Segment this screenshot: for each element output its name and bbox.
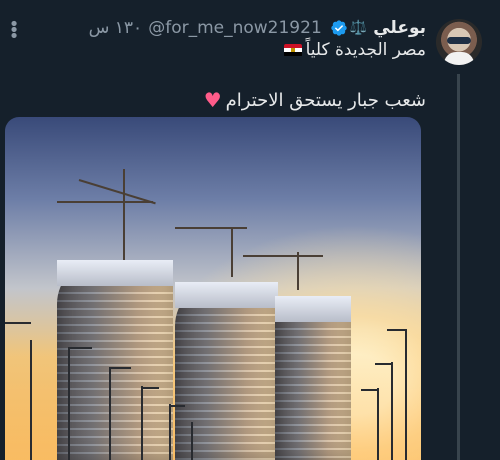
user-handle[interactable]: @for_me_now21921 — [148, 18, 322, 38]
badge-emoji: ⚖️ — [349, 20, 368, 36]
street-lamp — [169, 405, 185, 407]
tweet-header: ١٣٠ س @for_me_now21921 ⚖️ بوعلي — [89, 16, 426, 40]
street-lamp — [109, 367, 131, 369]
thread-line — [457, 74, 460, 460]
street-lamp — [375, 363, 393, 365]
street-lamp — [405, 330, 407, 460]
avatar-shirt — [444, 52, 474, 65]
egypt-flag-icon — [283, 43, 302, 57]
street-lamp — [387, 329, 407, 331]
avatar[interactable] — [436, 19, 482, 65]
crane-arm — [175, 227, 247, 229]
display-name[interactable]: بوعلي — [373, 18, 426, 38]
tweet-image[interactable] — [5, 117, 421, 460]
street-lamp — [5, 322, 31, 324]
tweet-body: شعب جبار يستحق الاحترام ♥ — [204, 88, 426, 112]
street-lamp — [68, 347, 92, 349]
street-lamp — [391, 362, 393, 460]
street-lamp — [109, 368, 111, 460]
street-lamp — [361, 389, 379, 391]
verified-badge-icon — [331, 20, 347, 36]
subtitle-text: مصر الجديدة كلياً — [305, 40, 426, 60]
tower — [57, 260, 173, 460]
tweet-card[interactable]: • • • ١٣٠ س @for_me_now21921 ⚖️ بوعلي مصر … — [0, 0, 500, 460]
avatar-glasses — [447, 37, 471, 44]
body-text: شعب جبار يستحق الاحترام — [225, 89, 426, 111]
street-lamp — [141, 387, 159, 389]
crane-mast — [297, 252, 299, 290]
street-lamp — [30, 340, 32, 460]
heart-icon: ♥ — [203, 88, 222, 112]
more-options-icon[interactable]: • • • — [8, 16, 20, 46]
timestamp[interactable]: ١٣٠ س — [89, 18, 143, 38]
crane-mast — [231, 229, 233, 277]
street-lamp — [191, 422, 193, 460]
street-lamp — [141, 386, 143, 460]
tweet-subtitle: مصر الجديدة كلياً — [283, 40, 426, 60]
crane-arm — [57, 201, 153, 203]
street-lamp — [169, 404, 171, 460]
tower — [275, 296, 351, 460]
street-lamp — [377, 388, 379, 460]
street-lamp — [68, 348, 70, 460]
crane-arm — [243, 255, 323, 257]
